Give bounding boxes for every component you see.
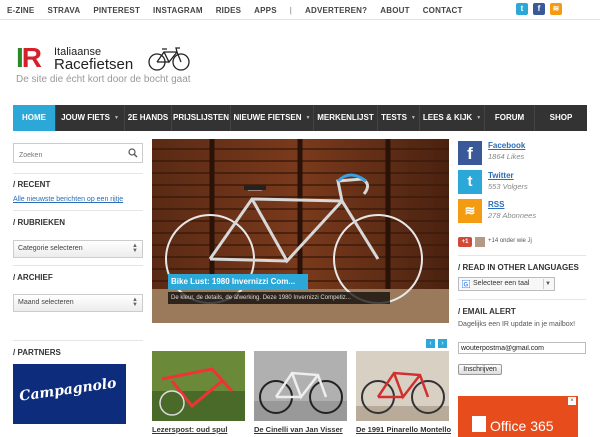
avatar <box>475 237 485 247</box>
search-icon[interactable] <box>128 148 138 158</box>
nav-merkenlijst[interactable]: MERKENLIJST <box>314 105 378 131</box>
slider-next-button[interactable]: › <box>438 339 447 348</box>
google-plus-button[interactable]: +1 <box>458 237 472 247</box>
bicycle-icon <box>148 47 190 71</box>
archief-title: / ARCHIEF <box>13 273 53 282</box>
read-other-languages-title: / READ IN OTHER LANGUAGES <box>458 263 579 272</box>
subscribe-button[interactable]: Inschrijven <box>458 364 502 375</box>
logo-ir-mark: IR <box>16 42 42 73</box>
nav-tests[interactable]: TESTS ▼ <box>378 105 420 131</box>
month-select[interactable]: Maand selecteren ▲ ▼ <box>13 294 143 312</box>
select-arrows-icon: ▲ ▼ <box>132 297 138 308</box>
top-nav-rides[interactable]: RIDES <box>216 6 241 15</box>
office-icon <box>472 416 486 432</box>
ad-text: Office 365 <box>490 418 554 434</box>
rss-icon[interactable]: ≋ <box>550 3 562 15</box>
top-nav-separator: | <box>289 5 293 15</box>
nav-home[interactable]: HOME <box>13 105 56 131</box>
campagnolo-logo: Campagnolo <box>18 375 118 405</box>
select-arrows-icon: ▲ ▼ <box>132 243 138 254</box>
chevron-down-icon: ▼ <box>476 115 482 121</box>
nav-shop[interactable]: SHOP <box>535 105 587 131</box>
site-tagline: De site die écht kort door de bocht gaat <box>16 74 191 85</box>
top-nav-instagram[interactable]: INSTAGRAM <box>153 6 203 15</box>
top-nav-strava[interactable]: STRAVA <box>47 6 80 15</box>
top-bar: E-ZINE STRAVA PINTEREST INSTAGRAM RIDES … <box>0 0 600 20</box>
rss-count: 278 Abonnees <box>488 211 537 220</box>
twitter-icon[interactable]: t <box>458 170 482 194</box>
close-icon[interactable]: × <box>568 397 576 405</box>
thumb-image-2[interactable] <box>254 351 347 421</box>
social-links: t f ≋ <box>516 3 562 15</box>
main-nav: HOME JOUW FIETS ▼ 2E HANDS PRIJSLIJSTEN N… <box>13 105 587 131</box>
campagnolo-banner[interactable]: Campagnolo <box>13 364 126 424</box>
nav-forum[interactable]: FORUM <box>485 105 535 131</box>
divider <box>458 255 586 256</box>
top-nav-about[interactable]: ABOUT <box>380 6 409 15</box>
thumb-image-1[interactable] <box>152 351 245 421</box>
search-input[interactable] <box>14 146 124 165</box>
nav-prijslijsten[interactable]: PRIJSLIJSTEN <box>172 105 231 131</box>
top-nav-apps[interactable]: APPS <box>254 6 277 15</box>
top-nav-ezine[interactable]: E-ZINE <box>7 6 34 15</box>
top-nav-contact[interactable]: CONTACT <box>423 6 463 15</box>
divider <box>13 340 143 341</box>
twitter-link[interactable]: Twitter <box>488 171 514 180</box>
divider <box>13 173 143 174</box>
divider <box>13 210 143 211</box>
recent-link[interactable]: Alle nieuwste berichten op een rijtje <box>13 196 123 203</box>
top-nav: E-ZINE STRAVA PINTEREST INSTAGRAM RIDES … <box>7 0 476 20</box>
thumb-caption-2[interactable]: De Cinelli van Jan Visser <box>254 425 343 434</box>
thumb-image-3[interactable] <box>356 351 449 421</box>
nav-lees-kijk[interactable]: LEES & KIJK ▼ <box>420 105 485 131</box>
chevron-down-icon: ▼ <box>543 279 552 289</box>
chevron-down-icon: ▼ <box>410 115 416 121</box>
featured-title[interactable]: Bike Lust: 1980 Invernizzi Com... <box>168 274 308 290</box>
facebook-icon[interactable]: f <box>533 3 545 15</box>
email-alert-title: / EMAIL ALERT <box>458 307 516 316</box>
partners-title: / PARTNERS <box>13 348 61 357</box>
nav-nieuwe-fietsen[interactable]: NIEUWE FIETSEN ▼ <box>231 105 314 131</box>
top-nav-adverteren[interactable]: ADVERTEREN? <box>305 6 367 15</box>
rss-link[interactable]: RSS <box>488 200 504 209</box>
svg-text:G: G <box>464 283 469 289</box>
thumb-caption-1[interactable]: Lezerspost: oud spul <box>152 425 227 434</box>
slider-prev-button[interactable]: ‹ <box>426 339 435 348</box>
thumb-caption-3[interactable]: De 1991 Pinarello Montello <box>356 425 451 434</box>
recent-title: / RECENT <box>13 180 51 189</box>
chevron-down-icon: ▼ <box>305 115 311 121</box>
rubrieken-title: / RUBRIEKEN <box>13 218 66 227</box>
logo-line-2: Racefietsen <box>54 56 134 73</box>
rss-icon[interactable]: ≋ <box>458 199 482 223</box>
email-alert-text: Dagelijks een IR update in je mailbox! <box>458 321 576 328</box>
email-field[interactable] <box>458 342 586 354</box>
nav-jouw-fiets[interactable]: JOUW FIETS ▼ <box>56 105 125 131</box>
google-translate-icon: G <box>462 280 470 288</box>
twitter-icon[interactable]: t <box>516 3 528 15</box>
office-365-ad[interactable]: Office 365 × <box>458 396 578 437</box>
google-plus-text: +14 onder wie Jj <box>488 238 532 244</box>
facebook-count: 1864 Likes <box>488 152 525 161</box>
facebook-link[interactable]: Facebook <box>488 141 525 150</box>
chevron-down-icon: ▼ <box>113 115 119 121</box>
divider <box>13 265 143 266</box>
page: E-ZINE STRAVA PINTEREST INSTAGRAM RIDES … <box>0 0 600 437</box>
featured-excerpt: De kleur, de details, de afwerking. Deze… <box>168 292 390 304</box>
twitter-count: 553 Volgers <box>488 182 528 191</box>
nav-2e-hands[interactable]: 2E HANDS <box>125 105 172 131</box>
search-box <box>13 143 143 165</box>
top-nav-pinterest[interactable]: PINTEREST <box>93 6 140 15</box>
category-select[interactable]: Categorie selecteren ▲ ▼ <box>13 240 143 258</box>
facebook-icon[interactable]: f <box>458 141 482 165</box>
divider <box>458 299 586 300</box>
translate-select[interactable]: G Selecteer een taal ▼ <box>458 277 555 291</box>
